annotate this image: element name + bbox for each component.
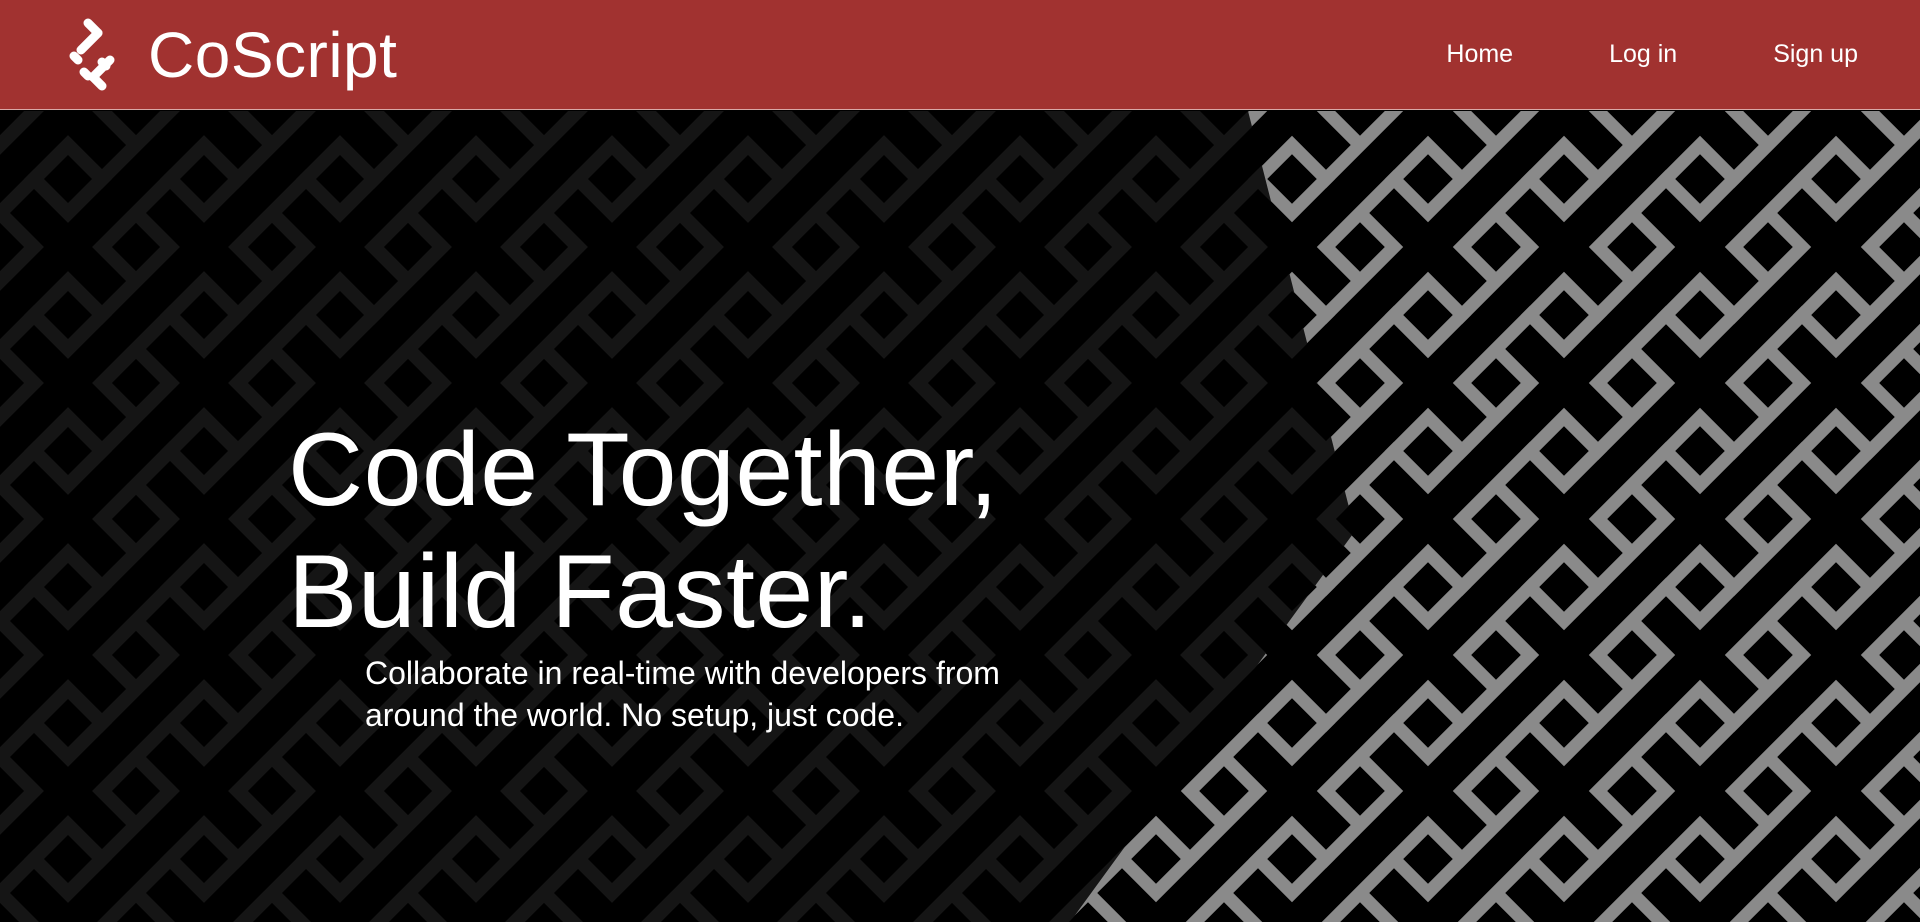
hero-title-line-2: Build Faster. <box>288 534 873 650</box>
nav-signup-link[interactable]: Sign up <box>1773 42 1858 67</box>
brand-name: CoScript <box>148 18 398 91</box>
brand[interactable]: CoScript <box>68 16 397 94</box>
hero-section: Code Together, Build Faster. Collaborate… <box>0 111 1920 922</box>
hero-subtitle: Collaborate in real-time with developers… <box>365 655 1000 733</box>
hero-title-line-1: Code Together, <box>288 412 999 528</box>
nav-home-link[interactable]: Home <box>1446 42 1513 67</box>
main-nav: Home Log in Sign up <box>1446 42 1858 67</box>
top-navbar: CoScript Home Log in Sign up <box>0 0 1920 110</box>
coscript-logo-icon <box>69 18 115 90</box>
nav-login-link[interactable]: Log in <box>1609 42 1677 67</box>
hero-title: Code Together, Build Faster. <box>288 409 999 653</box>
